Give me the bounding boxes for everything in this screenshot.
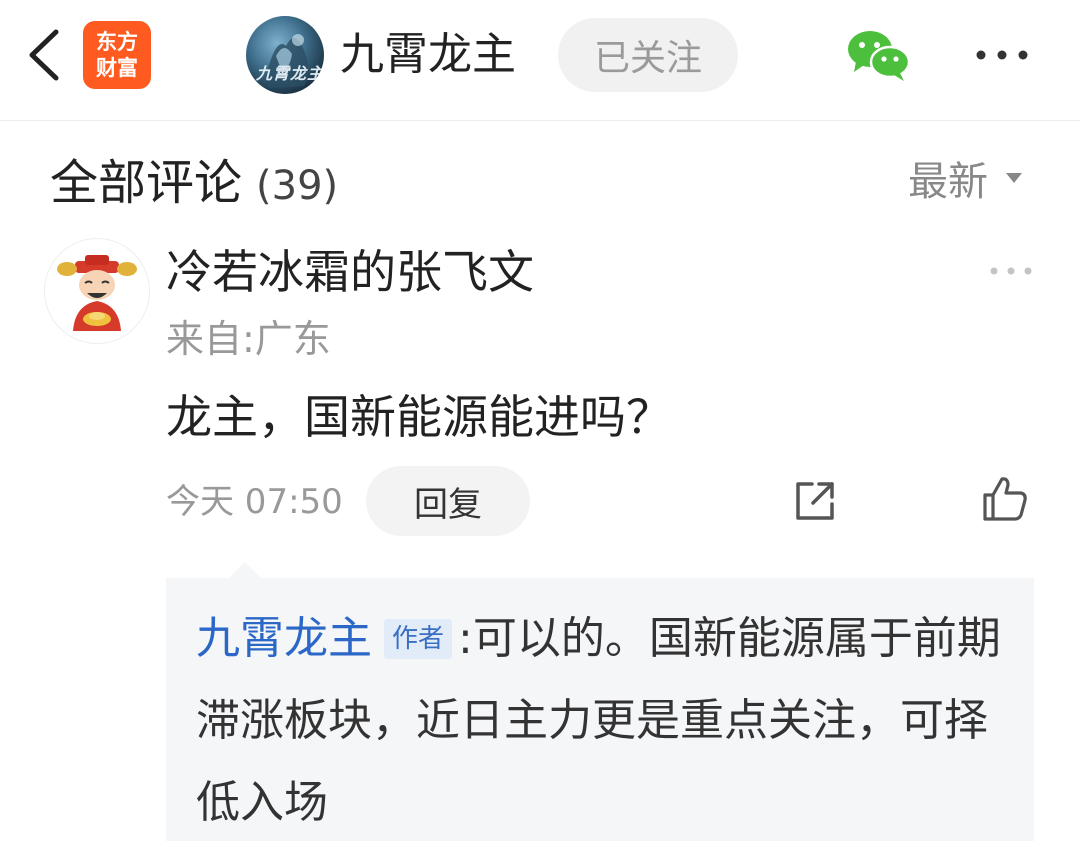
- more-options-button[interactable]: [974, 44, 1030, 66]
- comments-section-title: 全部评论 (39): [50, 150, 338, 219]
- reply-content: 九霄龙主 作者:可以的。国新能源属于前期滞涨板块，近日主力更是重点关注，可择低入场: [196, 598, 1004, 844]
- author-avatar[interactable]: 九霄龙主: [246, 16, 324, 94]
- commenter-name[interactable]: 冷若冰霜的张飞文: [166, 240, 534, 304]
- author-tag-badge: 作者: [384, 619, 453, 659]
- caret-down-icon: [1006, 173, 1022, 183]
- comment-body: 龙主，国新能源能进吗？: [166, 390, 672, 444]
- more-horizontal-icon: [976, 50, 1028, 60]
- reply-author-name[interactable]: 九霄龙主: [196, 613, 372, 664]
- commenter-avatar[interactable]: [44, 238, 150, 344]
- back-button[interactable]: [22, 26, 68, 84]
- author-name[interactable]: 九霄龙主: [340, 24, 516, 86]
- share-button[interactable]: [792, 478, 838, 524]
- comments-count: (39): [256, 163, 339, 209]
- more-horizontal-icon: [990, 267, 1032, 275]
- wechat-icon: [848, 31, 911, 81]
- wechat-share-button[interactable]: [846, 28, 912, 82]
- app-logo-line1: 东方: [96, 30, 138, 54]
- comments-title-label: 全部评论: [50, 155, 243, 211]
- reply-box-pointer: [229, 562, 261, 578]
- comment-location: 来自:广东: [166, 317, 331, 361]
- app-logo-badge: 东方 财富: [83, 21, 151, 89]
- comment-timestamp: 今天 07:50: [166, 482, 343, 522]
- follow-button[interactable]: 已关注: [558, 18, 738, 92]
- app-logo-line2: 财富: [96, 56, 138, 80]
- avatar-calligraphy: 九霄龙主: [256, 64, 324, 83]
- thumbs-up-icon: [983, 477, 1027, 521]
- reply-separator: :: [458, 613, 473, 664]
- like-button[interactable]: [980, 474, 1030, 524]
- sort-dropdown[interactable]: 最新: [908, 148, 1038, 208]
- share-icon: [796, 482, 834, 520]
- reply-button[interactable]: 回复: [366, 466, 530, 536]
- author-reply-box: 九霄龙主 作者:可以的。国新能源属于前期滞涨板块，近日主力更是重点关注，可择低入场: [166, 578, 1034, 841]
- chevron-left-icon: [29, 29, 59, 81]
- top-bar: 东方 财富 九霄龙主 九霄龙主 已关注: [0, 0, 1080, 121]
- comment-more-button[interactable]: [988, 262, 1034, 280]
- sort-label: 最新: [908, 159, 988, 205]
- avatar-fortune-god: [57, 255, 137, 331]
